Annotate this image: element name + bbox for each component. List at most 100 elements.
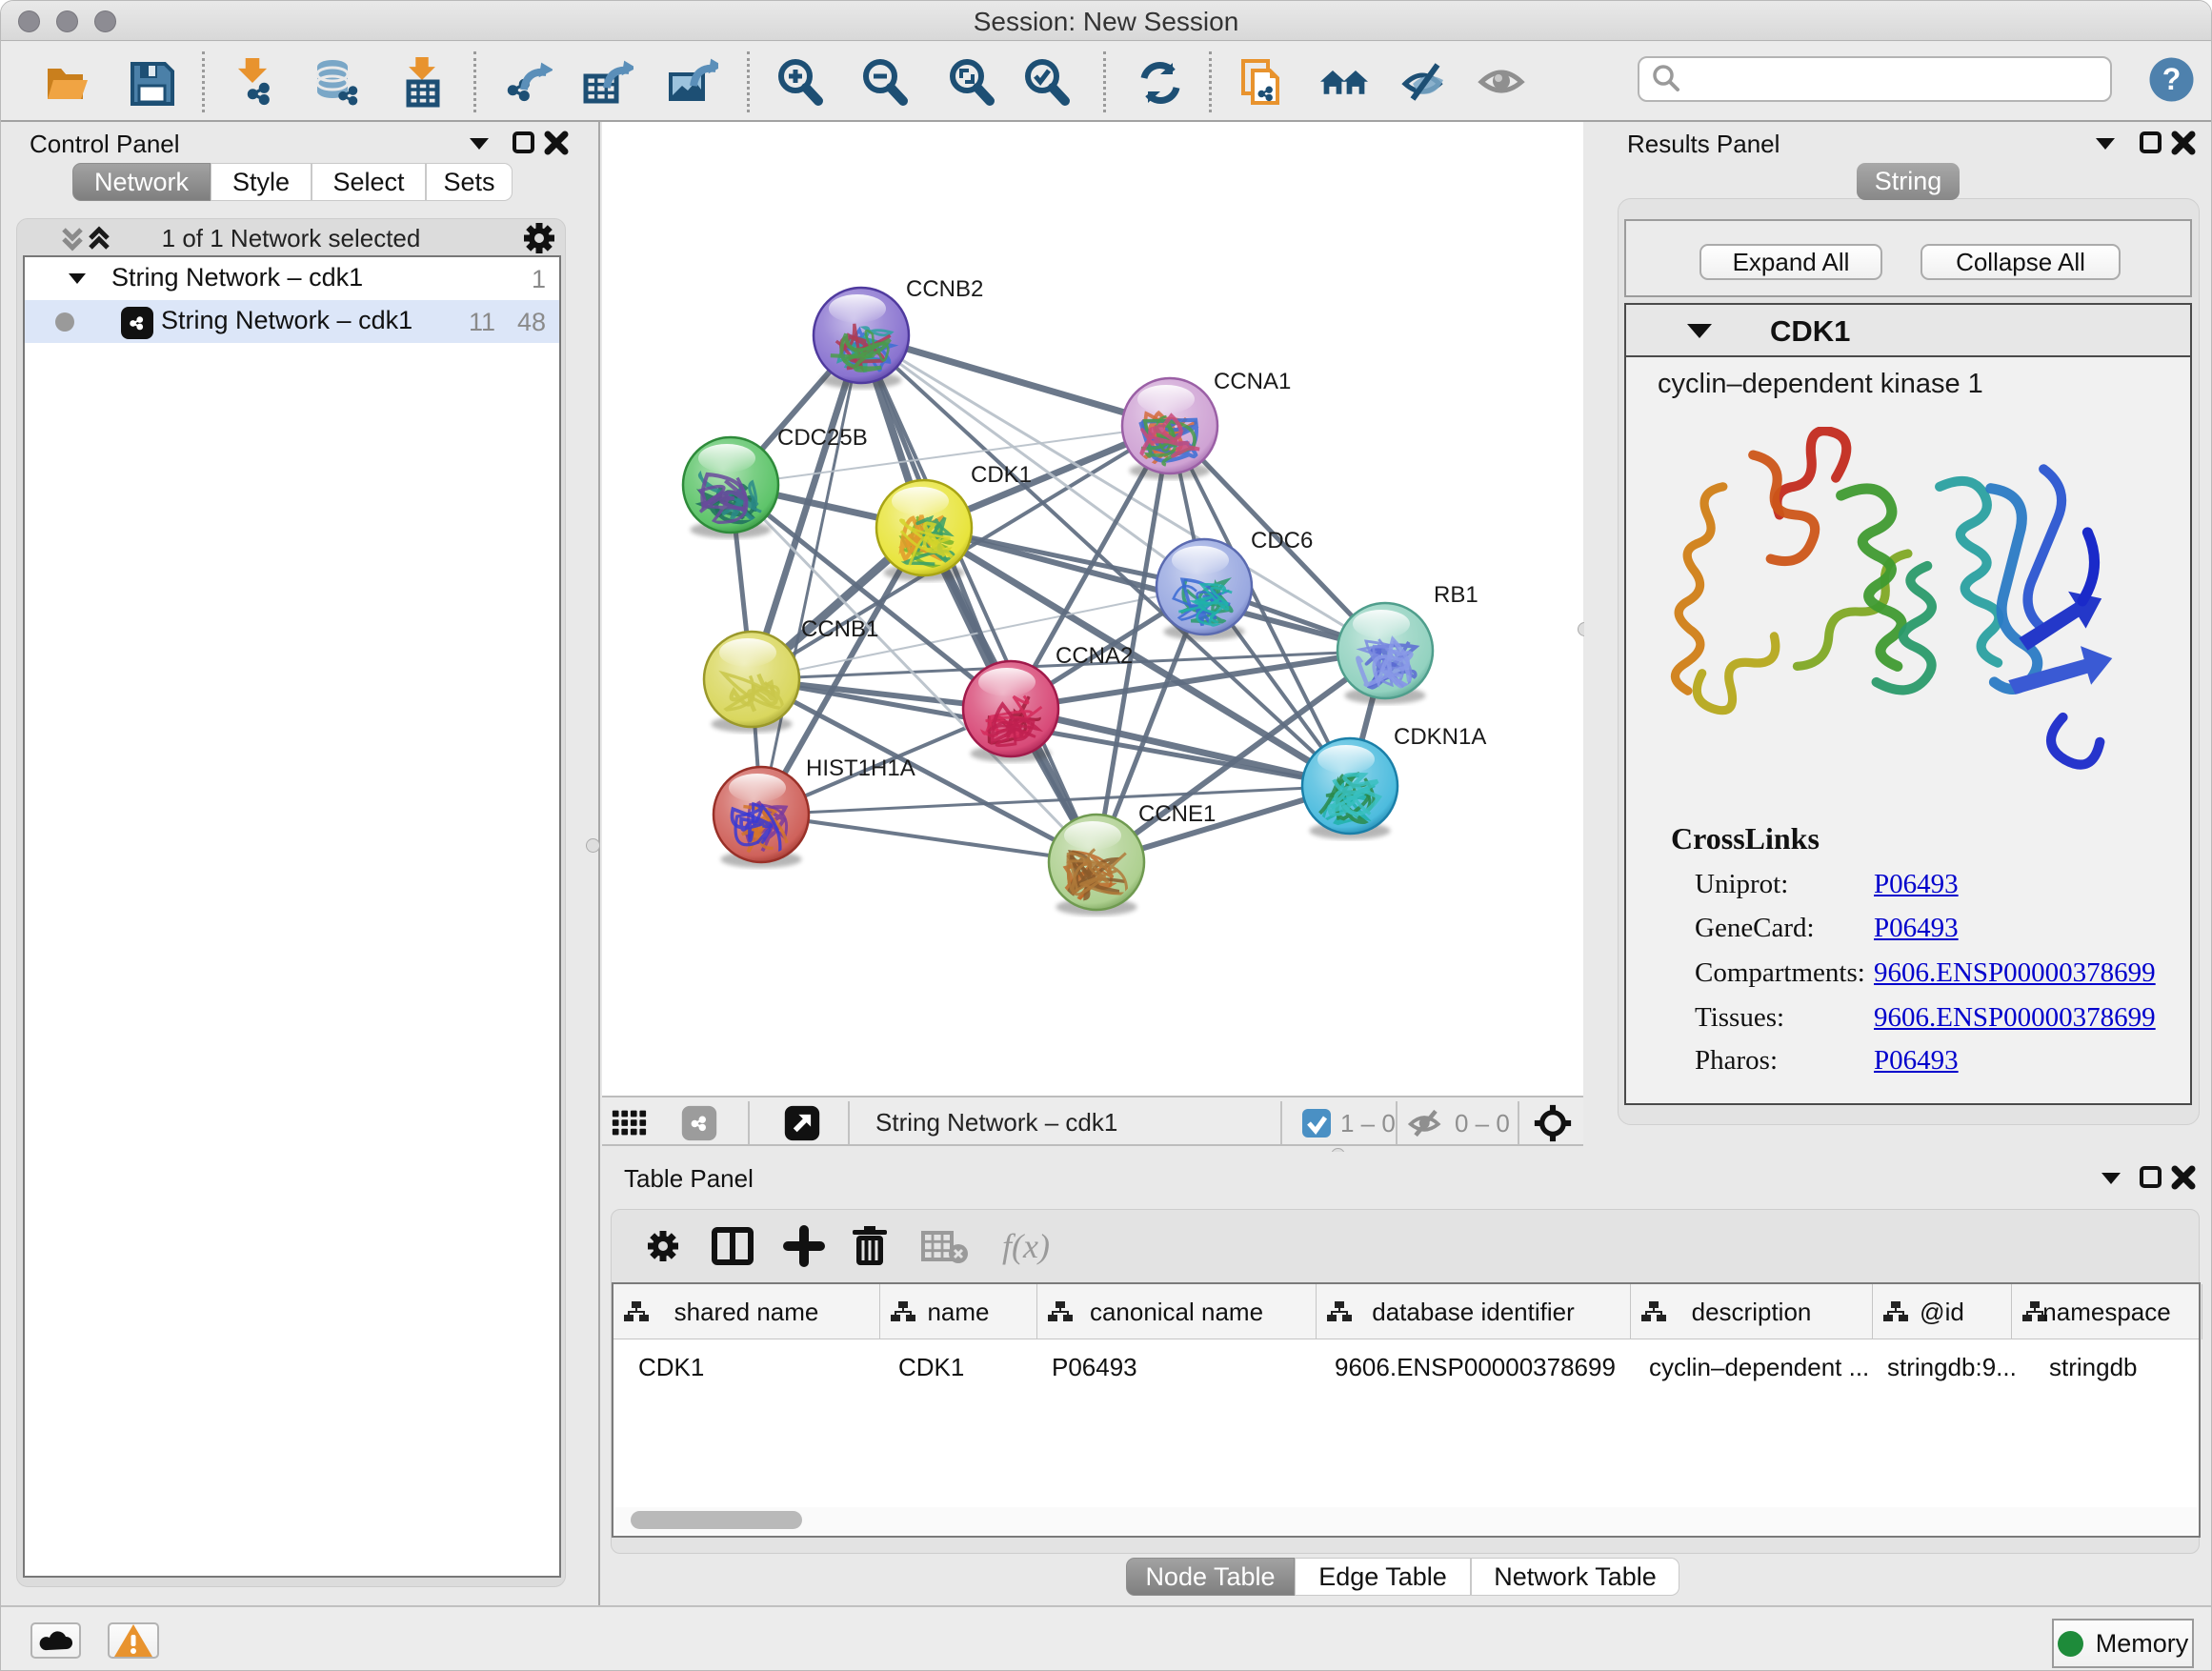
- collapse-gene-icon[interactable]: [1680, 312, 1719, 351]
- gene-panel-header[interactable]: CDK1: [1626, 305, 2190, 357]
- column-header-name[interactable]: name: [880, 1284, 1037, 1339]
- tab-select[interactable]: Select: [312, 163, 426, 201]
- refresh-icon[interactable]: [1133, 55, 1188, 111]
- edge-count: 48: [508, 308, 546, 337]
- node-label-CDKN1A: CDKN1A: [1394, 724, 1486, 750]
- node-label-CCNA2: CCNA2: [1056, 643, 1133, 669]
- node-label-CDC6: CDC6: [1251, 528, 1313, 554]
- panel-menu-icon[interactable]: [2086, 124, 2124, 162]
- tab-string[interactable]: String: [1857, 163, 1960, 200]
- expand-all-button[interactable]: Expand All: [1699, 244, 1882, 280]
- memory-button[interactable]: Memory: [2052, 1619, 2194, 1668]
- show-columns-icon[interactable]: [708, 1221, 757, 1271]
- crosslink-value-link[interactable]: 9606.ENSP00000378699: [1874, 957, 2156, 989]
- export-network-icon[interactable]: [497, 55, 553, 111]
- table-header-row: shared name name canonical name database…: [613, 1284, 2199, 1339]
- hide-selected-eye-icon[interactable]: [1399, 55, 1455, 111]
- horizontal-scrollbar[interactable]: [615, 1507, 2197, 1534]
- column-header-databaseidentifier[interactable]: database identifier: [1317, 1284, 1631, 1339]
- column-header-namespace[interactable]: namespace: [2012, 1284, 2202, 1339]
- collapse-all-button[interactable]: Collapse All: [1920, 244, 2121, 280]
- network-view-toolbar: String Network – cdk1 1 – 0 0 – 0: [602, 1096, 1583, 1146]
- network-badge-icon: [680, 1104, 718, 1142]
- string-network-icon: [120, 306, 154, 340]
- add-column-icon[interactable]: [779, 1221, 829, 1271]
- crosslinks-title: CrossLinks: [1671, 821, 1820, 856]
- crosslink-row: GeneCard: P06493: [1695, 913, 2190, 944]
- network-selection-summary: 1 of 1 Network selected: [17, 224, 565, 253]
- zoom-fit-icon[interactable]: [944, 55, 999, 111]
- cloud-button[interactable]: [30, 1622, 81, 1659]
- control-panel-tabs: NetworkStyleSelectSets: [72, 163, 513, 201]
- table-options-gear-icon[interactable]: [638, 1221, 688, 1271]
- import-table-file-icon[interactable]: [395, 55, 451, 111]
- gene-description: cyclin–dependent kinase 1: [1658, 369, 1983, 400]
- first-neighbors-icon[interactable]: [1317, 55, 1372, 111]
- scrollbar-thumb[interactable]: [631, 1511, 802, 1529]
- search-field[interactable]: [1638, 56, 2112, 102]
- tab-edge-table[interactable]: Edge Table: [1295, 1558, 1471, 1596]
- delete-column-icon[interactable]: [845, 1221, 895, 1271]
- help-button[interactable]: ?: [2149, 57, 2194, 102]
- network-list-item[interactable]: String Network – cdk11148: [25, 300, 559, 343]
- column-header-sharedname[interactable]: shared name: [613, 1284, 880, 1339]
- export-image-icon[interactable]: [663, 55, 718, 111]
- cloud-icon: [37, 1626, 75, 1655]
- column-label: canonical name: [1037, 1298, 1316, 1327]
- zoom-out-icon[interactable]: [857, 55, 913, 111]
- tab-network-table[interactable]: Network Table: [1471, 1558, 1679, 1596]
- paste-network-icon[interactable]: [1236, 55, 1291, 111]
- crosslink-row: Compartments: 9606.ENSP00000378699: [1695, 957, 2190, 989]
- tab-network[interactable]: Network: [72, 163, 211, 201]
- panel-menu-icon[interactable]: [2092, 1158, 2130, 1197]
- network-graph[interactable]: CCNB2CCNA1CDC25BCDK1CDC6RB1CCNB1CCNA2CDK…: [602, 122, 1583, 1096]
- tab-sets[interactable]: Sets: [426, 163, 513, 201]
- hidden-eye-icon[interactable]: [1407, 1104, 1445, 1142]
- export-table-icon[interactable]: [578, 55, 633, 111]
- tab-node-table[interactable]: Node Table: [1126, 1558, 1295, 1596]
- search-input[interactable]: [1683, 66, 2093, 92]
- gene-name: CDK1: [1770, 314, 1850, 349]
- column-header-description[interactable]: description: [1631, 1284, 1873, 1339]
- import-network-database-icon[interactable]: [310, 55, 365, 111]
- import-network-file-icon[interactable]: [230, 55, 285, 111]
- panel-close-icon[interactable]: [2164, 124, 2202, 162]
- zoom-in-icon[interactable]: [773, 55, 828, 111]
- save-floppy-icon[interactable]: [124, 55, 179, 111]
- network-view[interactable]: CCNB2CCNA1CDC25BCDK1CDC6RB1CCNB1CCNA2CDK…: [602, 122, 1583, 1096]
- network-options-gear-icon[interactable]: [520, 219, 558, 257]
- crosslink-value-link[interactable]: P06493: [1874, 1045, 1959, 1077]
- column-label: @id: [1873, 1298, 2011, 1327]
- table-box: f(x) shared name name canonical name dat…: [611, 1209, 2200, 1554]
- function-builder-icon[interactable]: f(x): [988, 1221, 1064, 1271]
- warning-button[interactable]: [108, 1622, 159, 1659]
- column-header-canonicalname[interactable]: canonical name: [1037, 1284, 1317, 1339]
- open-folder-icon[interactable]: [40, 55, 95, 111]
- column-header-id[interactable]: @id: [1873, 1284, 2012, 1339]
- control-panel-header: Control Panel: [1, 122, 598, 164]
- crosslink-label: Tissues:: [1695, 1002, 1784, 1033]
- left-splitter-handle[interactable]: [586, 838, 600, 853]
- node-label-CCNB1: CCNB1: [801, 616, 878, 642]
- clear-table-icon[interactable]: [920, 1221, 970, 1271]
- open-in-window-icon[interactable]: [783, 1104, 821, 1142]
- collapse-row-icon[interactable]: [67, 270, 88, 289]
- panel-close-icon[interactable]: [2164, 1158, 2202, 1197]
- selected-checkbox-icon[interactable]: [1297, 1104, 1336, 1142]
- center-view-icon[interactable]: [1534, 1104, 1572, 1142]
- show-all-eye-icon[interactable]: [1477, 55, 1532, 111]
- tab-style[interactable]: Style: [211, 163, 312, 201]
- crosslink-value-link[interactable]: P06493: [1874, 869, 1959, 900]
- column-label: database identifier: [1317, 1298, 1630, 1327]
- zoom-selected-icon[interactable]: [1019, 55, 1075, 111]
- crosslink-value-link[interactable]: 9606.ENSP00000378699: [1874, 1002, 2156, 1034]
- status-bar: Memory: [1, 1605, 2211, 1671]
- birds-eye-view-icon[interactable]: [610, 1104, 648, 1142]
- network-list-item[interactable]: String Network – cdk11: [25, 257, 559, 300]
- toolbar-separator: [747, 51, 750, 112]
- cell-value: stringdb: [2049, 1353, 2138, 1382]
- panel-close-icon[interactable]: [537, 124, 575, 162]
- crosslink-value-link[interactable]: P06493: [1874, 913, 1959, 944]
- application-window: Session: New Session ? Control Panel: [0, 0, 2212, 1671]
- panel-menu-icon[interactable]: [460, 124, 498, 162]
